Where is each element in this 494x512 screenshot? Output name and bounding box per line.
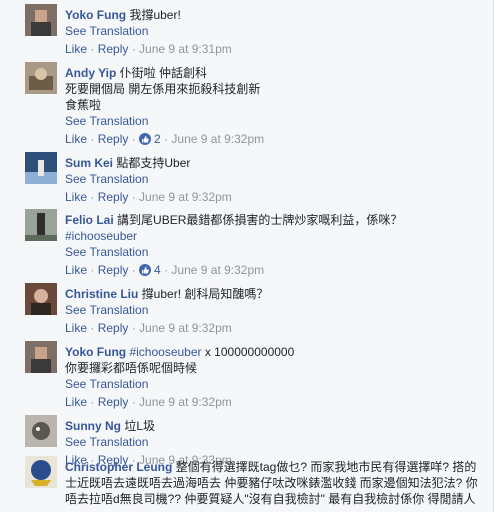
comment-actions: Like · Reply · 4 · June 9 at 9:32pm: [65, 262, 486, 279]
comment-text: 撐uber! 創科局知醜嗎？: [138, 287, 269, 301]
comment-text: 你要攞彩都唔係呢個時候: [65, 361, 198, 375]
comment-text: 點都支持Uber: [113, 156, 191, 170]
separator: ·: [160, 263, 172, 277]
avatar[interactable]: [25, 152, 57, 184]
comment-actions: Like · Reply · June 9 at 9:32pm: [65, 320, 486, 337]
see-translation-link[interactable]: See Translation: [65, 244, 486, 261]
comment-author[interactable]: Christopher Leung: [65, 460, 172, 474]
reply-link[interactable]: Reply: [98, 132, 129, 146]
comment-text: 講到尾UBER最錯都係損害的士牌炒家嘅利益，係咪？: [113, 213, 403, 227]
comment-author[interactable]: Felio Lai: [65, 213, 114, 227]
separator: ·: [160, 132, 172, 146]
separator: ·: [128, 263, 140, 277]
comment-timestamp[interactable]: June 9 at 9:32pm: [139, 395, 232, 409]
comment-text: 食蕉啦: [65, 98, 102, 112]
see-translation-link[interactable]: See Translation: [65, 171, 486, 188]
like-link[interactable]: Like: [65, 132, 87, 146]
comment-actions: Like · Reply · June 9 at 9:32pm: [65, 394, 486, 411]
like-count[interactable]: 2: [154, 132, 161, 146]
comment-actions: Like · Reply · June 9 at 9:32pm: [65, 189, 486, 206]
comment-timestamp[interactable]: June 9 at 9:31pm: [139, 42, 232, 56]
like-link[interactable]: Like: [65, 263, 87, 277]
separator: ·: [87, 42, 98, 56]
comment-author[interactable]: Andy Yip: [65, 66, 116, 80]
like-count-icon[interactable]: [139, 133, 152, 145]
comment-timestamp[interactable]: June 9 at 9:32pm: [139, 190, 232, 204]
avatar[interactable]: [25, 456, 57, 488]
separator: ·: [87, 263, 98, 277]
comment-timestamp[interactable]: June 9 at 9:32pm: [139, 321, 232, 335]
see-translation-link[interactable]: See Translation: [65, 113, 486, 130]
comment-actions: Like · Reply · 2 · June 9 at 9:32pm: [65, 131, 486, 148]
separator: ·: [128, 42, 140, 56]
comment-text: 垃L圾: [121, 419, 156, 433]
reply-link[interactable]: Reply: [98, 395, 129, 409]
separator: ·: [87, 190, 98, 204]
avatar[interactable]: [25, 341, 57, 373]
reply-link[interactable]: Reply: [98, 190, 129, 204]
hashtag-link[interactable]: #ichooseuber: [129, 345, 201, 359]
comment-timestamp[interactable]: June 9 at 9:32pm: [171, 132, 264, 146]
comment-text: x 100000000000: [201, 345, 295, 359]
separator: ·: [128, 190, 140, 204]
separator: ·: [87, 321, 98, 335]
comment-text: 仆街啦 仲話創科: [116, 66, 208, 80]
comment-text: 死要開個局 開左係用來扼殺科技創新: [65, 82, 261, 96]
reply-link[interactable]: Reply: [98, 42, 129, 56]
reply-link[interactable]: Reply: [98, 263, 129, 277]
comment-author[interactable]: Yoko Fung: [65, 345, 126, 359]
comment-timestamp[interactable]: June 9 at 9:32pm: [171, 263, 264, 277]
separator: ·: [128, 395, 140, 409]
reply-link[interactable]: Reply: [98, 321, 129, 335]
comment-text: 我撐uber!: [126, 8, 181, 22]
see-translation-link[interactable]: See Translation: [65, 434, 486, 451]
comment-author[interactable]: Yoko Fung: [65, 8, 126, 22]
separator: ·: [128, 321, 140, 335]
like-link[interactable]: Like: [65, 321, 87, 335]
like-link[interactable]: Like: [65, 190, 87, 204]
comment-author[interactable]: Christine Liu: [65, 287, 138, 301]
avatar[interactable]: [25, 415, 57, 447]
avatar[interactable]: [25, 283, 57, 315]
hashtag-link[interactable]: #ichooseuber: [65, 229, 137, 243]
comment-actions: Like · Reply · June 9 at 9:31pm: [65, 41, 486, 58]
separator: ·: [87, 132, 98, 146]
like-link[interactable]: Like: [65, 395, 87, 409]
comment-author[interactable]: Sunny Ng: [65, 419, 121, 433]
separator: ·: [87, 395, 98, 409]
see-translation-link[interactable]: See Translation: [65, 23, 486, 40]
comment-list: Yoko Fung 我撐uber! See Translation Like ·…: [0, 0, 494, 512]
like-link[interactable]: Like: [65, 42, 87, 56]
avatar[interactable]: [25, 62, 57, 94]
like-count[interactable]: 4: [154, 263, 161, 277]
see-translation-link[interactable]: See Translation: [65, 376, 486, 393]
like-count-icon[interactable]: [139, 264, 152, 276]
separator: ·: [128, 132, 140, 146]
see-translation-link[interactable]: See Translation: [65, 302, 486, 319]
comment-author[interactable]: Sum Kei: [65, 156, 113, 170]
avatar[interactable]: [25, 4, 57, 36]
avatar[interactable]: [25, 209, 57, 241]
